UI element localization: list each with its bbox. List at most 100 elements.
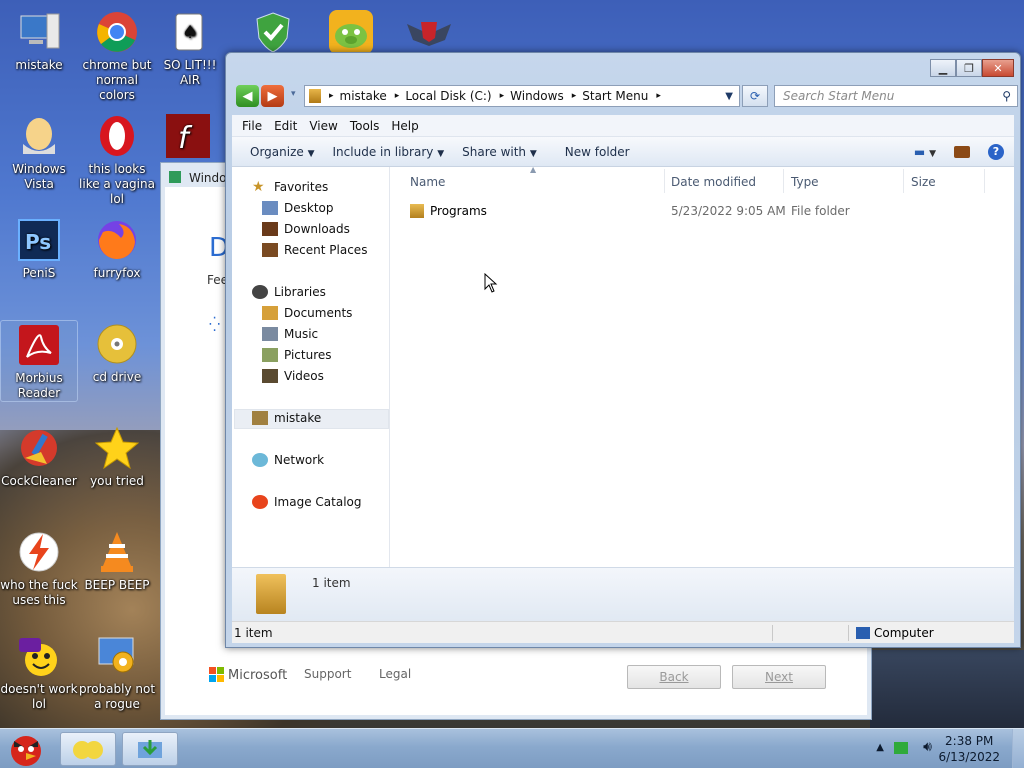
nav-videos[interactable]: Videos	[262, 367, 324, 385]
desktop-icon-star[interactable]: you tried	[78, 424, 156, 489]
menu-file[interactable]: File	[242, 119, 262, 133]
include-in-library-button[interactable]: Include in library ▼	[333, 145, 445, 159]
organize-button[interactable]: Organize ▼	[250, 145, 315, 159]
icon-label: you tried	[90, 474, 144, 488]
show-desktop-button[interactable]	[1012, 729, 1024, 768]
desktop-icon-vlc[interactable]: BEEP BEEP	[78, 528, 156, 593]
back-button[interactable]: Back	[627, 665, 721, 689]
next-button[interactable]: Next	[732, 665, 826, 689]
breadcrumb-start-menu[interactable]: Start Menu	[582, 89, 648, 103]
music-icon	[262, 327, 278, 341]
taskbar-button-app[interactable]	[60, 732, 116, 766]
desktop-icon-bolt[interactable]: who the fuck uses this	[0, 528, 78, 608]
search-icon[interactable]: ⚲	[1002, 86, 1011, 106]
breadcrumb-separator[interactable]: ▸	[329, 91, 334, 101]
desktop-icon-firefox[interactable]: furryfox	[78, 216, 156, 281]
details-item-count: 1 item	[312, 576, 351, 590]
support-link[interactable]: Support	[304, 667, 351, 681]
column-divider[interactable]	[783, 169, 784, 193]
share-with-button[interactable]: Share with ▼	[462, 145, 537, 159]
nav-recent-places[interactable]: Recent Places	[262, 241, 367, 259]
column-date-modified[interactable]: Date modified	[671, 175, 756, 195]
close-button[interactable]: ✕	[982, 59, 1014, 77]
change-view-icon[interactable]: ▬ ▼	[914, 145, 936, 159]
icon-label: SO LIT!!! AIR	[163, 58, 217, 87]
chrome-icon	[93, 8, 141, 56]
minimize-button[interactable]: ▁	[930, 59, 956, 77]
documents-icon	[262, 306, 278, 320]
network-tray-icon[interactable]	[894, 742, 908, 754]
nav-favorites[interactable]: ★ Favorites	[252, 178, 328, 196]
column-divider[interactable]	[664, 169, 665, 193]
address-dropdown-icon[interactable]: ▼	[725, 91, 733, 102]
nav-user-mistake[interactable]: mistake	[252, 409, 321, 427]
recent-pages-icon[interactable]: ▾	[291, 89, 296, 99]
menu-view[interactable]: View	[309, 119, 337, 133]
column-divider[interactable]	[903, 169, 904, 193]
maximize-button[interactable]: ❐	[956, 59, 982, 77]
column-type[interactable]: Type	[791, 175, 819, 195]
icon-label: doesn't work lol	[0, 682, 78, 711]
desktop-icon-vista[interactable]: Windows Vista	[0, 112, 78, 192]
wizard-app-icon	[169, 171, 181, 183]
content-area: ★ Favorites Desktop Downloads Recent Plac…	[232, 165, 1014, 567]
desktop-icon-flash[interactable]: f	[156, 112, 220, 162]
bolt-icon	[15, 528, 63, 576]
computer-icon	[856, 626, 870, 639]
help-icon[interactable]: ?	[988, 143, 1004, 160]
microsoft-logo-icon	[209, 667, 224, 682]
share-with-label: Share with	[462, 144, 527, 159]
column-size[interactable]: Size	[911, 175, 936, 195]
desktop-icon-cd[interactable]: cd drive	[78, 320, 156, 385]
nav-libraries[interactable]: Libraries	[252, 283, 326, 301]
menu-edit[interactable]: Edit	[274, 119, 297, 133]
desktop-icon-chrome[interactable]: chrome but normal colors	[78, 8, 156, 103]
desktop-icon-opera[interactable]: this looks like a vagina lol	[78, 112, 156, 207]
new-folder-button[interactable]: New folder	[565, 145, 630, 159]
tray-expand-icon[interactable]: ▲	[876, 742, 884, 753]
view-controls: ▬ ▼ ?	[914, 143, 1004, 160]
nav-desktop[interactable]: Desktop	[262, 199, 334, 217]
desktop-icon-ccleaner[interactable]: CockCleaner	[0, 424, 78, 489]
column-divider[interactable]	[984, 169, 985, 193]
desktop-icon-emblem[interactable]	[390, 8, 468, 58]
nav-network[interactable]: Network	[252, 451, 324, 469]
desktop-icon-pdf[interactable]: Morbius Reader	[0, 320, 78, 402]
desktop-icon-mistake[interactable]: mistake	[0, 8, 78, 73]
desktop-icon-yahoo[interactable]: doesn't work lol	[0, 632, 78, 712]
menu-help[interactable]: Help	[391, 119, 418, 133]
breadcrumb-separator[interactable]: ▸	[572, 91, 577, 101]
nav-image-catalog[interactable]: Image Catalog	[252, 493, 361, 511]
nav-documents[interactable]: Documents	[262, 304, 352, 322]
legal-link[interactable]: Legal	[379, 667, 411, 681]
navigation-pane: ★ Favorites Desktop Downloads Recent Plac…	[232, 167, 390, 567]
back-arrow-icon[interactable]: ◀	[236, 85, 259, 107]
menu-tools[interactable]: Tools	[350, 119, 380, 133]
desktop-icon-cards[interactable]: ♠ SO LIT!!! AIR	[154, 8, 226, 88]
desktop-icon-gears[interactable]: probably not a rogue	[78, 632, 156, 712]
address-bar[interactable]: ▸ mistake ▸ Local Disk (C:) ▸ Windows ▸ …	[304, 85, 740, 107]
pdf-icon	[15, 321, 63, 369]
desktop-icon-shield[interactable]	[234, 8, 312, 58]
desktop-icon-photoshop[interactable]: Ps PeniS	[0, 216, 78, 281]
search-input[interactable]: Search Start Menu ⚲	[774, 85, 1018, 107]
breadcrumb-windows[interactable]: Windows	[510, 89, 564, 103]
breadcrumb-separator[interactable]: ▸	[500, 91, 505, 101]
breadcrumb-separator[interactable]: ▸	[395, 91, 400, 101]
desktop-icon-pig[interactable]	[312, 8, 390, 58]
preview-pane-icon[interactable]	[954, 145, 970, 158]
refresh-icon[interactable]: ⟳	[742, 85, 768, 107]
clock[interactable]: 2:38 PM 6/13/2022	[938, 733, 1000, 765]
nav-music[interactable]: Music	[262, 325, 318, 343]
breadcrumb-separator[interactable]: ▸	[656, 91, 661, 101]
column-name[interactable]: Name	[410, 175, 445, 195]
breadcrumb-local-disk[interactable]: Local Disk (C:)	[405, 89, 491, 103]
volume-icon[interactable]: 🔊︎	[923, 739, 932, 755]
nav-downloads[interactable]: Downloads	[262, 220, 350, 238]
table-row[interactable]: Programs 5/23/2022 9:05 AM File folder	[410, 201, 990, 221]
forward-arrow-icon[interactable]: ▶	[261, 85, 284, 107]
nav-pictures[interactable]: Pictures	[262, 346, 332, 364]
start-button[interactable]	[4, 729, 48, 768]
breadcrumb-mistake[interactable]: mistake	[340, 89, 387, 103]
taskbar-button-explorer[interactable]	[122, 732, 178, 766]
